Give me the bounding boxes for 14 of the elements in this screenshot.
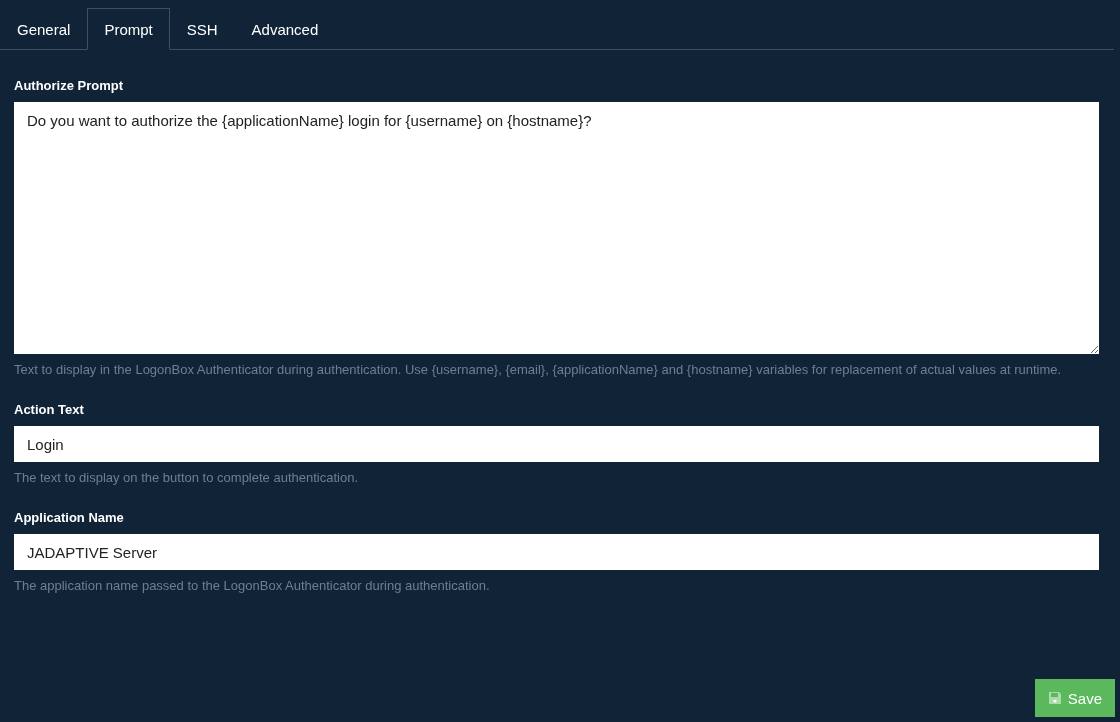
field-label: Application Name xyxy=(14,510,125,525)
help-text: The text to display on the button to complete authentication. xyxy=(14,469,359,487)
help-text: Text to display in the LogonBox Authenticator during authentication. Use {username}, {email}, {applicationName} and {hostname} variables for replacement of actual values at runtime. xyxy=(14,361,1063,379)
field-label: Authorize Prompt xyxy=(14,78,125,93)
field-label: Action Text xyxy=(14,402,85,417)
tab[interactable]: General xyxy=(0,8,88,50)
tab[interactable]: Advanced xyxy=(234,8,336,50)
text-input[interactable]: Login xyxy=(14,426,1099,462)
save-icon xyxy=(1047,691,1062,705)
prompt-textarea[interactable]: Do you want to authorize the {applicationName} login for {username} on {hostname}? xyxy=(14,102,1099,354)
text-input[interactable]: JADAPTIVE Server xyxy=(14,534,1099,570)
tab[interactable]: SSH xyxy=(169,8,235,50)
help-text: The application name passed to the LogonBox Authenticator during authentication. xyxy=(14,577,491,595)
tab[interactable]: Prompt xyxy=(87,8,170,50)
